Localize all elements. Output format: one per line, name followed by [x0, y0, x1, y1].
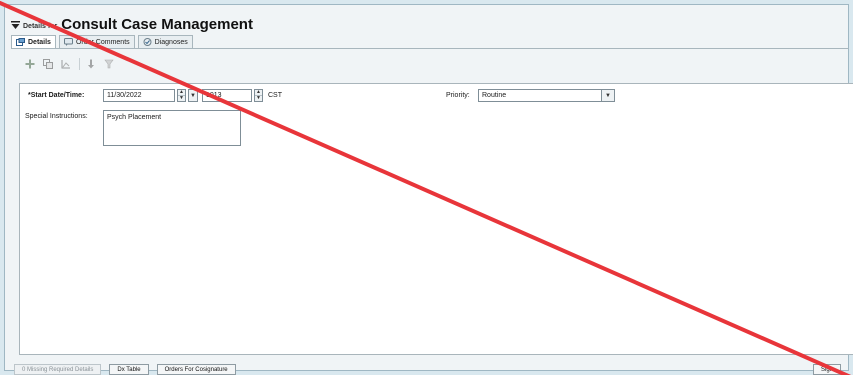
tab-divider [11, 48, 849, 49]
special-instructions-label: Special Instructions: [25, 113, 88, 120]
details-tabs: Details Order Comments Diagnoses [11, 35, 196, 48]
missing-details-button[interactable]: 0 Missing Required Details [14, 364, 102, 375]
tab-order-comments[interactable]: Order Comments [58, 35, 135, 48]
orders-for-cosignature-button[interactable]: Orders For Cosignature [156, 364, 236, 375]
toolbar-separator [79, 58, 80, 70]
order-title: Consult Case Management [61, 16, 253, 33]
special-instructions-field[interactable]: Psych Placement [103, 110, 241, 146]
sort-down-icon[interactable] [84, 58, 98, 70]
tab-order-comments-label: Order Comments [75, 38, 130, 46]
tab-details[interactable]: Details [11, 35, 56, 48]
priority-select[interactable]: Routine [478, 89, 603, 102]
details-toolbar [23, 58, 120, 70]
spin-down-icon: ▼ [178, 95, 185, 101]
diagnoses-icon [143, 38, 152, 46]
comments-icon [63, 38, 73, 46]
order-details-window: Details for Consult Case Management Deta… [4, 4, 853, 375]
add-icon[interactable] [23, 58, 37, 70]
dx-table-button[interactable]: Dx Table [109, 364, 149, 375]
tab-diagnoses[interactable]: Diagnoses [137, 35, 193, 48]
timezone-label: CST [268, 92, 282, 99]
chart-icon[interactable] [59, 58, 73, 70]
filter-icon[interactable] [102, 58, 116, 70]
details-icon [16, 38, 25, 46]
details-footer: 0 Missing Required Details Dx Table Orde… [14, 364, 244, 375]
start-datetime-label: *Start Date/Time: [28, 92, 85, 99]
start-date-field[interactable]: 11/30/2022 [103, 89, 175, 102]
sign-button[interactable]: Sign [813, 364, 842, 375]
chevron-down-icon: ▼ [605, 92, 611, 99]
copy-icon[interactable] [41, 58, 55, 70]
tab-diagnoses-label: Diagnoses [154, 38, 188, 46]
spin-down-icon: ▼ [255, 95, 262, 101]
tab-details-label: Details [28, 38, 51, 46]
start-date-spinner[interactable]: ▲ ▼ [177, 89, 186, 102]
details-header: Details for Consult Case Management [11, 13, 253, 33]
details-for-label: Details for [23, 23, 58, 30]
chevron-down-icon: ▼ [190, 92, 196, 99]
start-time-spinner[interactable]: ▲ ▼ [254, 89, 263, 102]
start-time-field[interactable]: 1013 [202, 89, 252, 102]
priority-dropdown-button[interactable]: ▼ [601, 89, 615, 102]
order-details-form: *Start Date/Time: 11/30/2022 ▲ ▼ ▼ 1013 … [19, 83, 853, 355]
calendar-dropdown-button[interactable]: ▼ [188, 89, 198, 102]
collapse-icon[interactable] [11, 20, 20, 30]
priority-label: Priority: [446, 92, 470, 99]
